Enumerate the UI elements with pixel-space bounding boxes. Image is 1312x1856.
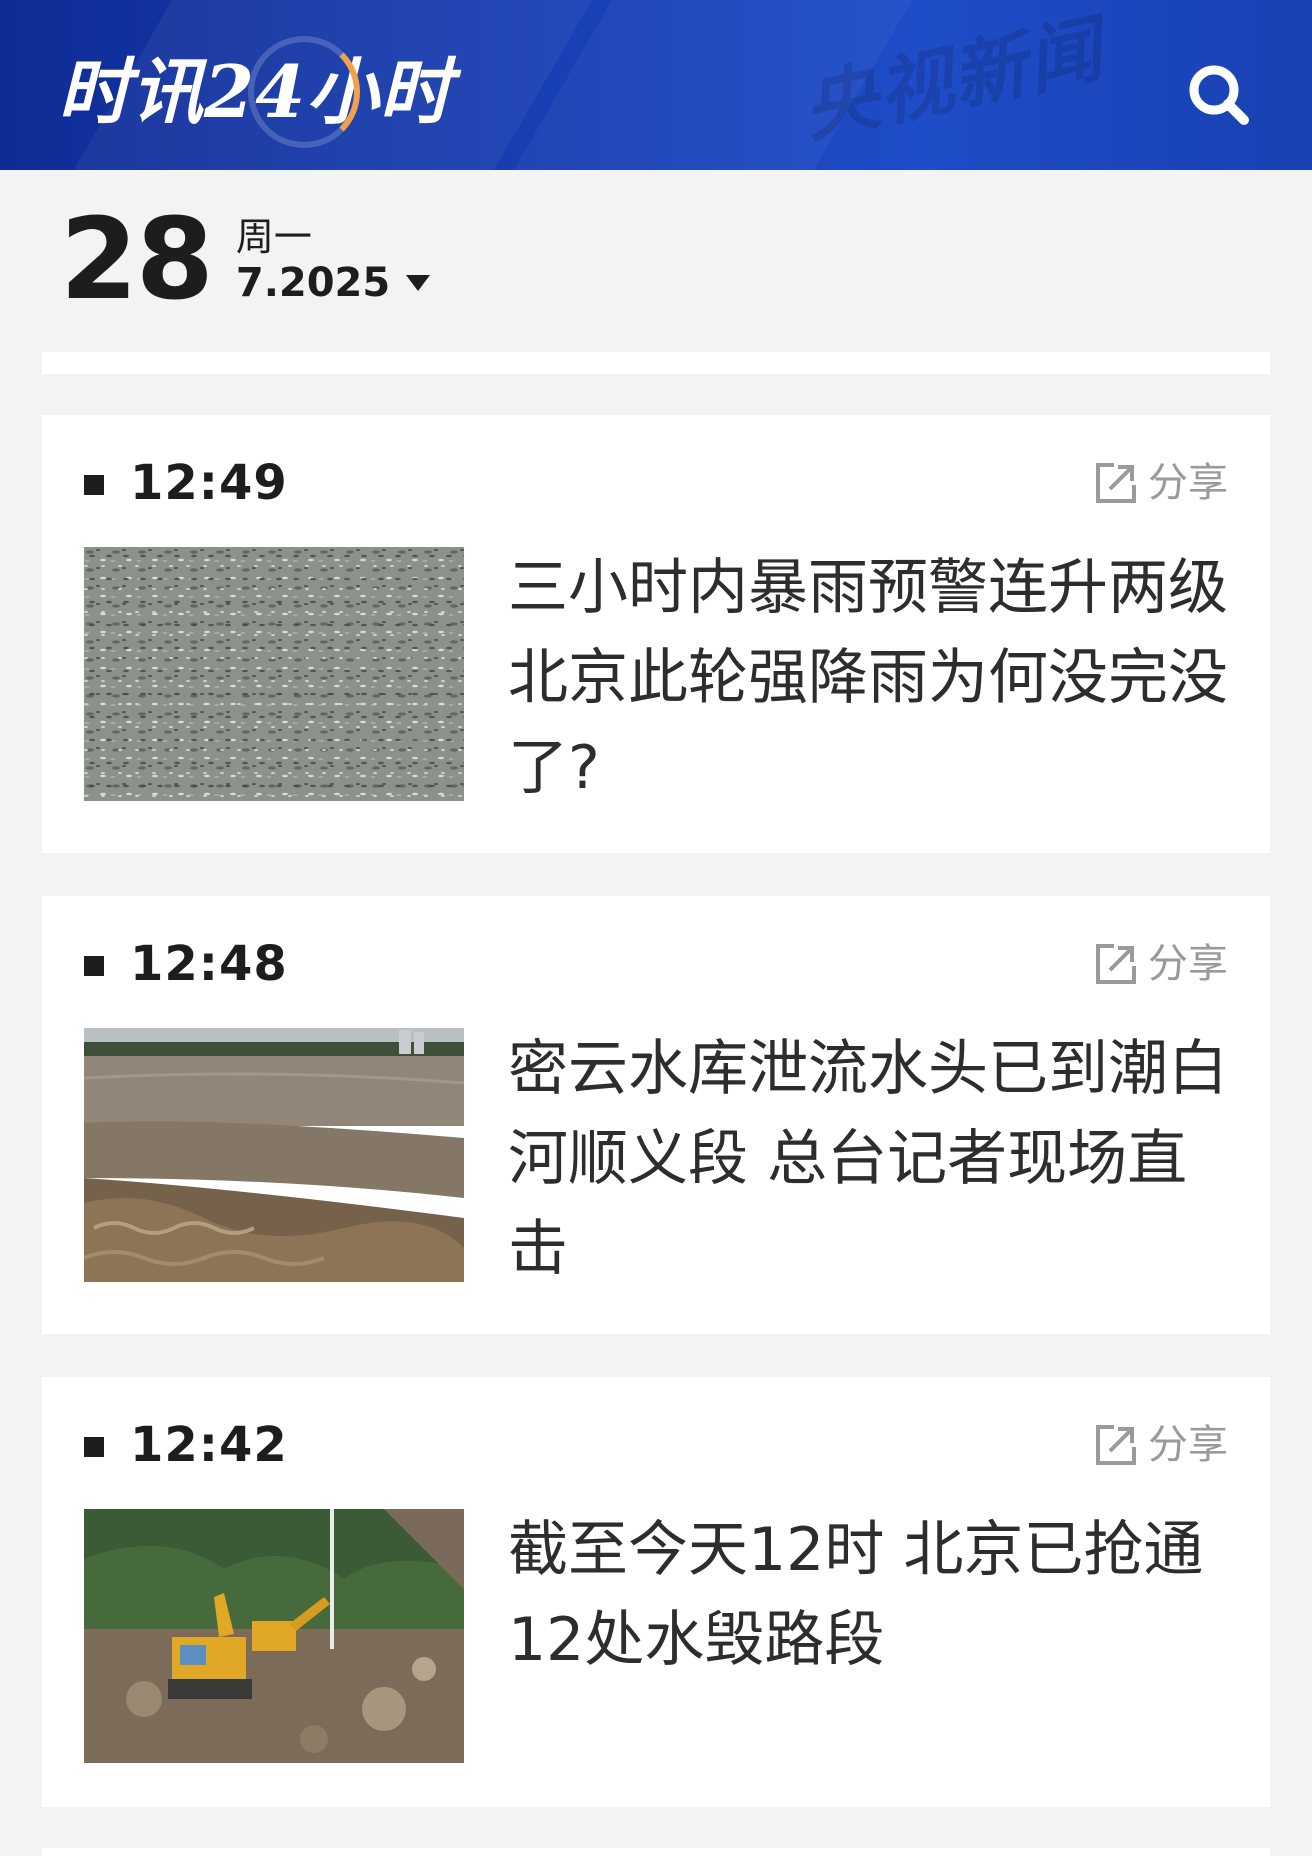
news-time: 12:42 — [130, 1417, 288, 1473]
search-icon — [1189, 65, 1249, 125]
share-icon — [1096, 944, 1136, 984]
flood-river-image — [84, 1028, 464, 1282]
share-label: 分享 — [1148, 941, 1228, 987]
news-card-header: 12:42 分享 — [84, 1417, 1228, 1473]
news-thumbnail-excavator[interactable] — [84, 1509, 464, 1763]
news-time: 12:48 — [130, 936, 288, 992]
date-weekday: 周一 — [235, 215, 312, 259]
rain-water-image — [84, 547, 464, 801]
month-year-dropdown[interactable]: 7.2025 — [235, 260, 431, 306]
news-card-header: 12:48 分享 — [84, 936, 1228, 992]
share-button[interactable]: 分享 — [1094, 459, 1228, 507]
share-label: 分享 — [1148, 460, 1228, 506]
next-card-edge — [42, 1848, 1270, 1856]
collapsed-card-strip — [42, 352, 1270, 374]
news-headline[interactable]: 密云水库泄流水头已到潮白河顺义段 总台记者现场直击 — [508, 1024, 1228, 1294]
bullet-icon — [84, 956, 104, 976]
bullet-icon — [84, 1437, 104, 1457]
date-selector: 28 周一 7.2025 — [60, 195, 431, 325]
share-label: 分享 — [1148, 1422, 1228, 1468]
news-thumbnail-flood[interactable] — [84, 1028, 464, 1282]
search-button[interactable] — [1186, 62, 1252, 128]
bullet-icon — [84, 475, 104, 495]
news-headline[interactable]: 三小时内暴雨预警连升两级 北京此轮强降雨为何没完没了? — [508, 543, 1228, 813]
news-thumbnail-rain[interactable] — [84, 547, 464, 801]
news-card[interactable]: 12:49 分享 三小时内暴雨预警连升两级 北京此轮强降雨为何没完没了? — [42, 415, 1270, 853]
news-card[interactable]: 12:48 分享 密云水库泄流水头已到潮白河顺义段 总台记者现场直击 — [42, 896, 1270, 1334]
share-button[interactable]: 分享 — [1094, 1421, 1228, 1469]
share-icon — [1096, 1425, 1136, 1465]
app-logo: 时讯24小时 — [58, 36, 452, 148]
app-header: 央视新闻 时讯24小时 — [0, 0, 1312, 170]
date-day: 28 — [60, 195, 214, 325]
caret-down-icon — [406, 275, 431, 291]
date-month-year: 7.2025 — [235, 260, 391, 306]
news-headline[interactable]: 截至今天12时 北京已抢通12处水毁路段 — [508, 1505, 1228, 1685]
news-card[interactable]: 12:42 分享 截至今天12时 北京已抢通12处水毁路段 — [42, 1377, 1270, 1807]
share-button[interactable]: 分享 — [1094, 940, 1228, 988]
logo-ring-decoration — [248, 36, 360, 148]
news-time: 12:49 — [130, 455, 288, 511]
share-icon — [1096, 463, 1136, 503]
excavator-repair-image — [84, 1509, 464, 1763]
news-card-header: 12:49 分享 — [84, 455, 1228, 511]
date-meta: 周一 7.2025 — [235, 205, 431, 315]
